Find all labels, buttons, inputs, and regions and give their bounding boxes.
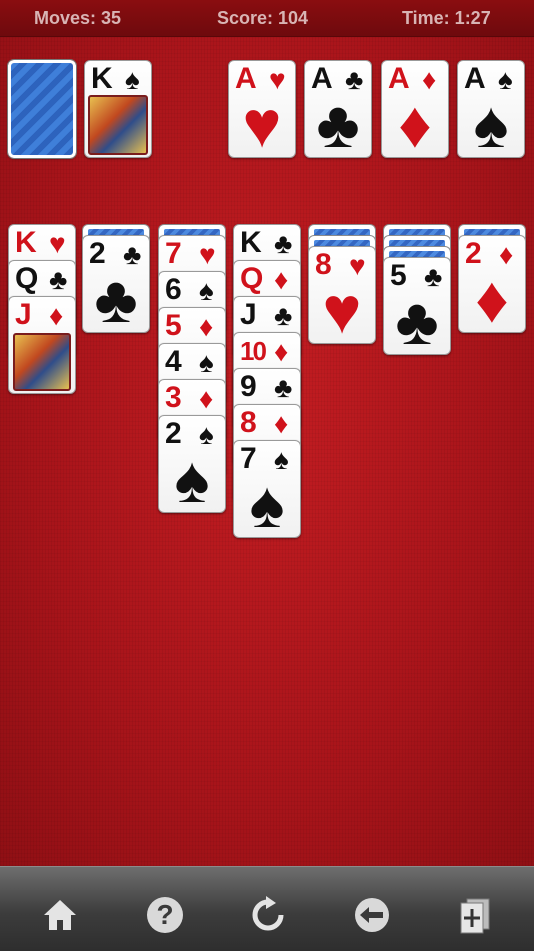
tableau-3-card-rank: 6 [165,273,182,306]
tableau-1-card-rank: K [15,226,37,259]
tableau-1-card-rank: J [15,298,32,331]
tableau-4-card-rank: K [240,226,262,259]
home-icon [44,900,76,930]
tableau-4-card-rank: Q [240,262,264,295]
waste-card[interactable]: K ♠ [84,60,152,158]
tableau-4-card-suit-icon: ♣ [274,300,293,331]
waste-suit-icon: ♠ [125,64,140,95]
tableau-4-card-center-suit-icon: ♠ [249,467,285,541]
tableau-7-card-center-suit-icon: ♦ [475,262,509,336]
tableau-5-card-center-suit-icon: ♥ [322,273,362,347]
tableau-3-card-center-suit-icon: ♠ [174,442,210,516]
bottom-toolbar: ? [0,866,534,951]
tableau-4-card-suit-icon: ♣ [274,228,293,259]
tableau-2-card[interactable]: 2 ♣ ♣ [82,235,150,333]
stock-pile[interactable] [7,59,77,159]
tableau-3-card-suit-icon: ♠ [199,347,214,378]
help-button[interactable]: ? [145,895,185,935]
tableau-4-card-suit-icon: ♦ [274,408,289,439]
home-button[interactable] [40,895,80,935]
undo-icon [355,898,389,932]
tableau-3-card-suit-icon: ♦ [199,383,214,414]
tableau-4-card[interactable]: 7 ♠ ♠ [233,440,301,538]
help-icon: ? [147,897,183,933]
tableau-3-card-suit-icon: ♥ [199,239,216,270]
tableau-1-card-rank: Q [15,262,39,295]
foundation-2-center-suit-icon: ♣ [316,87,360,161]
king-face-image [88,95,148,155]
restart-button[interactable] [248,895,288,935]
tableau-1-card[interactable]: J ♦ [8,296,76,394]
tableau-3-card-suit-icon: ♠ [199,275,214,306]
tableau-3-card-suit-icon: ♦ [199,311,214,342]
foundation-1[interactable]: A ♥ ♥ [228,60,296,158]
tableau-6-card[interactable]: 5 ♣ ♣ [383,257,451,355]
status-bar: Moves: 35 Score: 104 Time: 1:27 [0,0,534,37]
tableau-1-card-suit-icon: ♥ [49,228,66,259]
score-counter: Score: 104 [217,8,309,28]
tableau-4-card-rank: J [240,298,257,331]
tableau-3-card-rank: 5 [165,309,182,342]
tableau-3-card-rank: 3 [165,381,182,414]
foundation-1-center-suit-icon: ♥ [242,87,282,161]
waste-rank: K [91,62,113,95]
tableau-5-card[interactable]: 8 ♥ ♥ [308,246,376,344]
tableau-4-card-suit-icon: ♣ [274,372,293,403]
tableau-7-card[interactable]: 2 ♦ ♦ [458,235,526,333]
tableau-1-card-suit-icon: ♣ [49,264,68,295]
new-deal-button[interactable] [455,895,495,935]
tableau-3-card-rank: 7 [165,237,182,270]
tableau-4-card-suit-icon: ♦ [274,336,289,367]
moves-counter: Moves: 35 [34,8,122,28]
tableau-4-card-suit-icon: ♦ [274,264,289,295]
tableau-1-card-face-image [13,333,71,391]
foundation-2[interactable]: A ♣ ♣ [304,60,372,158]
tableau-1-card-suit-icon: ♦ [49,300,64,331]
refresh-icon [252,896,284,931]
tableau-4-card-rank: 8 [240,406,257,439]
tableau-3-card-rank: 4 [165,345,182,378]
foundation-4[interactable]: A ♠ ♠ [457,60,525,158]
tableau-4-card-rank: 10 [240,336,267,366]
tableau-2-card-center-suit-icon: ♣ [94,262,138,336]
foundation-3[interactable]: A ♦ ♦ [381,60,449,158]
foundation-4-center-suit-icon: ♠ [473,87,509,161]
tableau-3-card[interactable]: 2 ♠ ♠ [158,415,226,513]
new-deal-icon [460,898,490,934]
tableau-6-card-center-suit-icon: ♣ [395,284,439,358]
tableau-4-card-rank: 9 [240,370,257,403]
foundation-3-center-suit-icon: ♦ [398,87,432,161]
undo-button[interactable] [352,895,392,935]
time-counter: Time: 1:27 [402,8,491,28]
